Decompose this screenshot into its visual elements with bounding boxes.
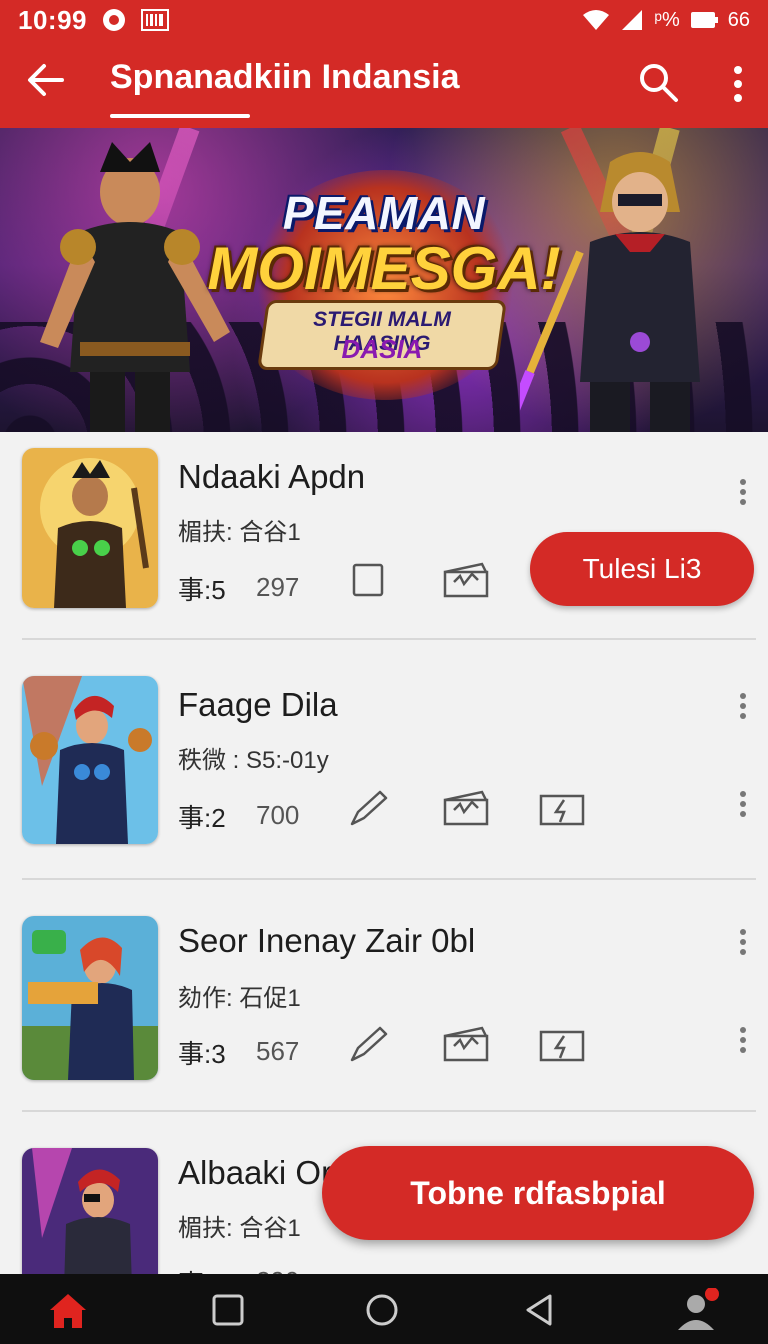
clapper-board-icon[interactable]: [442, 1026, 490, 1064]
divider: [22, 638, 756, 640]
app-bar: Spnanadkiin Indansia: [0, 40, 768, 130]
item-meta: 劾作: 石促1: [178, 978, 301, 1013]
item-meta-label: 楣扶:: [178, 519, 233, 546]
item-meta-label: 劾作:: [178, 985, 233, 1012]
search-icon[interactable]: [636, 60, 680, 104]
barcode-icon: [141, 9, 169, 31]
item-count: 700: [256, 800, 300, 830]
banner-logo-title: PEAMAN: [282, 187, 486, 239]
home-icon[interactable]: [46, 1288, 90, 1332]
cell-signal-icon: [622, 10, 643, 30]
banner-tagline: DASIA: [341, 334, 423, 364]
item-more-icon[interactable]: [736, 928, 750, 956]
item-title[interactable]: Ndaaki Apdn: [178, 458, 365, 496]
back-arrow-icon[interactable]: [22, 60, 70, 100]
flash-card-icon[interactable]: [538, 1026, 586, 1064]
promo-banner[interactable]: PEAMAN MOIMESGA! STEGII MALM HAASING DAS…: [0, 128, 768, 432]
item-meta: 楣扶: 合谷1: [178, 512, 301, 547]
item-meta-value: 石促1: [239, 985, 301, 1012]
item-action-button[interactable]: Tulesi Li3: [530, 532, 754, 606]
pen-icon[interactable]: [344, 1026, 392, 1064]
item-count: 290: [256, 1266, 299, 1274]
item-title[interactable]: Seor Inenay Zair 0bl: [178, 922, 475, 960]
item-count: 567: [256, 1036, 300, 1066]
status-bar: 10:99 ᵖ% 66: [0, 0, 768, 40]
item-thumbnail[interactable]: [22, 916, 158, 1080]
status-text: ᵖ%: [654, 8, 680, 31]
clapper-board-icon[interactable]: [442, 562, 490, 600]
flash-card-icon[interactable]: [538, 790, 586, 828]
wifi-icon: [583, 10, 610, 30]
checkbox-icon[interactable]: [344, 562, 392, 600]
battery-level: 66: [727, 8, 750, 31]
item-title[interactable]: Albaaki Or: [178, 1154, 332, 1192]
item-thumbnail[interactable]: [22, 676, 158, 844]
nav-bar: [0, 1274, 768, 1344]
item-meta: 秩微 : S5:-01y: [178, 740, 329, 775]
divider: [22, 1110, 756, 1112]
item-secondary-more-icon[interactable]: [736, 1026, 750, 1054]
square-icon[interactable]: [206, 1288, 250, 1332]
item-rank: 事:5: [178, 1264, 226, 1274]
page-title: Spnanadkiin Indansia: [110, 58, 460, 96]
floating-action-button[interactable]: Tobne rdfasbpial: [322, 1146, 754, 1240]
item-meta-value: : S5:-01y: [232, 747, 329, 774]
list-item[interactable]: Faage Dila 秩微 : S5:-01y 事:2 700: [0, 676, 768, 876]
item-meta-label: 秩微: [178, 747, 226, 774]
list-item[interactable]: Seor Inenay Zair 0bl 劾作: 石促1 事:3 567: [0, 916, 768, 1116]
clapper-board-icon[interactable]: [442, 790, 490, 828]
item-more-icon[interactable]: [736, 692, 750, 720]
item-meta-value: 合谷1: [239, 1215, 301, 1242]
item-rank: 事:3: [178, 1039, 226, 1069]
item-rank: 事:5: [178, 575, 226, 605]
more-vert-icon[interactable]: [720, 62, 756, 106]
banner-logo-headline: MOIMESGA!: [207, 235, 561, 302]
item-meta-value: 合谷1: [239, 519, 301, 546]
battery-icon: [690, 12, 718, 28]
item-more-icon[interactable]: [736, 478, 750, 506]
item-title[interactable]: Faage Dila: [178, 686, 338, 724]
status-time: 10:99: [18, 4, 87, 35]
circle-icon[interactable]: [360, 1288, 404, 1332]
divider: [22, 878, 756, 880]
item-secondary-more-icon[interactable]: [736, 790, 750, 818]
notification-ring-icon: [103, 9, 125, 31]
item-thumbnail[interactable]: [22, 1148, 158, 1274]
list-item[interactable]: Ndaaki Apdn 楣扶: 合谷1 事:5 297 Tulesi Li3: [0, 448, 768, 648]
item-count: 297: [256, 572, 300, 602]
item-thumbnail[interactable]: [22, 448, 158, 608]
back-triangle-icon[interactable]: [518, 1288, 562, 1332]
item-meta-label: 楣扶:: [178, 1215, 233, 1242]
item-rank: 事:2: [178, 803, 226, 833]
item-meta: 楣扶: 合谷1: [178, 1208, 301, 1243]
pen-icon[interactable]: [344, 790, 392, 828]
title-underline: [110, 114, 250, 118]
profile-icon[interactable]: [676, 1288, 720, 1332]
